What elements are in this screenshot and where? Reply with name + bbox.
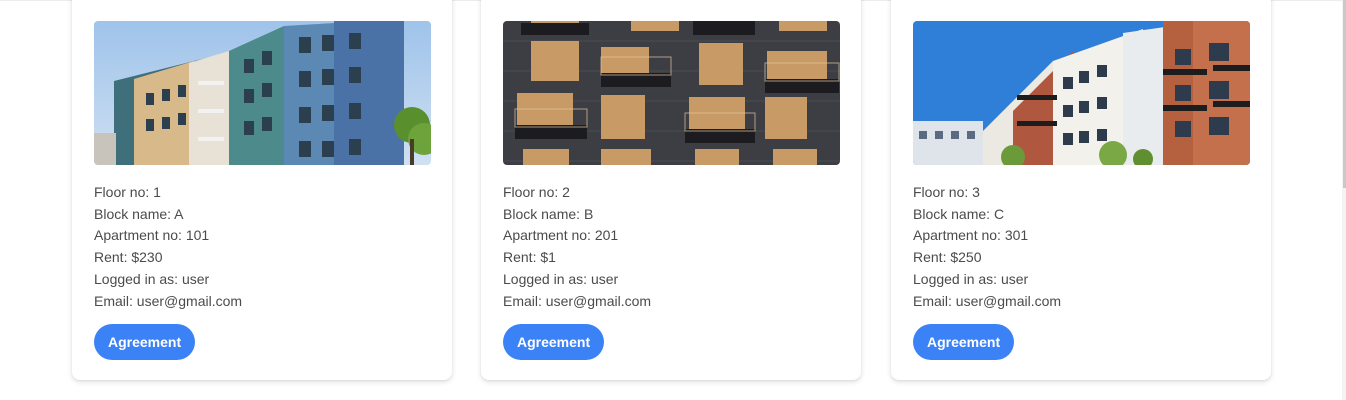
floor-value: 1: [153, 184, 161, 200]
logged-in-row: Logged in as: user: [503, 269, 651, 291]
scrollbar-track[interactable]: [1342, 0, 1346, 400]
apartment-value: 101: [185, 227, 210, 244]
apartment-card: Floor no: 3 Block name: C Apartment no: …: [891, 0, 1271, 380]
email-value: user@gmail.com: [545, 292, 652, 309]
block-label: Block name:: [913, 205, 994, 222]
apartment-value: 201: [594, 227, 619, 244]
logged-in-row: Logged in as: user: [913, 269, 1061, 291]
block-row: Block name: A: [94, 204, 242, 226]
rent-row: Rent: $230: [94, 247, 242, 269]
logged-in-row: Logged in as: user: [94, 269, 242, 291]
email-row: Email: user@gmail.com: [94, 291, 242, 313]
rent-label: Rent:: [94, 249, 132, 266]
agreement-button[interactable]: Agreement: [913, 324, 1015, 360]
email-label: Email:: [913, 292, 956, 309]
apartment-row: Apartment no: 101: [94, 225, 242, 247]
block-row: Block name: B: [503, 204, 651, 226]
rent-value: $1: [540, 249, 556, 266]
apartment-photo: [94, 21, 431, 165]
apartment-details: Floor no: 1 Block name: A Apartment no: …: [94, 182, 242, 312]
email-row: Email: user@gmail.com: [503, 291, 651, 313]
agreement-button[interactable]: Agreement: [503, 324, 605, 360]
floor-value: 3: [972, 184, 980, 200]
rent-label: Rent:: [503, 249, 541, 266]
apartment-photo: [503, 21, 840, 165]
floor-row: Floor no: 3: [913, 182, 1061, 204]
rent-value: $250: [950, 249, 982, 266]
block-row: Block name: C: [913, 204, 1061, 226]
logged-in-value: user: [590, 270, 619, 287]
rent-label: Rent:: [913, 249, 951, 266]
block-label: Block name:: [503, 205, 584, 222]
apartment-label: Apartment no:: [94, 227, 186, 244]
rent-row: Rent: $250: [913, 247, 1061, 269]
apartment-details: Floor no: 2 Block name: B Apartment no: …: [503, 182, 651, 312]
rent-value: $230: [131, 249, 163, 266]
floor-row: Floor no: 2: [503, 182, 651, 204]
email-value: user@gmail.com: [955, 292, 1062, 309]
logged-in-label: Logged in as:: [503, 270, 591, 287]
apartment-row: Apartment no: 201: [503, 225, 651, 247]
email-value: user@gmail.com: [136, 292, 243, 309]
floor-label: Floor no:: [94, 184, 154, 200]
block-label: Block name:: [94, 205, 175, 222]
block-value: C: [993, 205, 1005, 222]
apartment-label: Apartment no:: [503, 227, 595, 244]
agreement-button[interactable]: Agreement: [94, 324, 196, 360]
block-value: A: [174, 205, 184, 222]
apartment-label: Apartment no:: [913, 227, 1005, 244]
floor-label: Floor no:: [913, 184, 973, 200]
logged-in-value: user: [1000, 270, 1029, 287]
email-row: Email: user@gmail.com: [913, 291, 1061, 313]
logged-in-value: user: [181, 270, 210, 287]
apartment-card: Floor no: 2 Block name: B Apartment no: …: [481, 0, 861, 380]
email-label: Email:: [94, 292, 137, 309]
apartment-value: 301: [1004, 227, 1029, 244]
apartment-card: Floor no: 1 Block name: A Apartment no: …: [72, 0, 452, 380]
rent-row: Rent: $1: [503, 247, 651, 269]
logged-in-label: Logged in as:: [94, 270, 182, 287]
logged-in-label: Logged in as:: [913, 270, 1001, 287]
apartment-details: Floor no: 3 Block name: C Apartment no: …: [913, 182, 1061, 312]
floor-label: Floor no:: [503, 184, 563, 200]
apartment-row: Apartment no: 301: [913, 225, 1061, 247]
email-label: Email:: [503, 292, 546, 309]
floor-value: 2: [562, 184, 570, 200]
floor-row: Floor no: 1: [94, 182, 242, 204]
block-value: B: [583, 205, 594, 222]
apartment-photo: [913, 21, 1250, 165]
